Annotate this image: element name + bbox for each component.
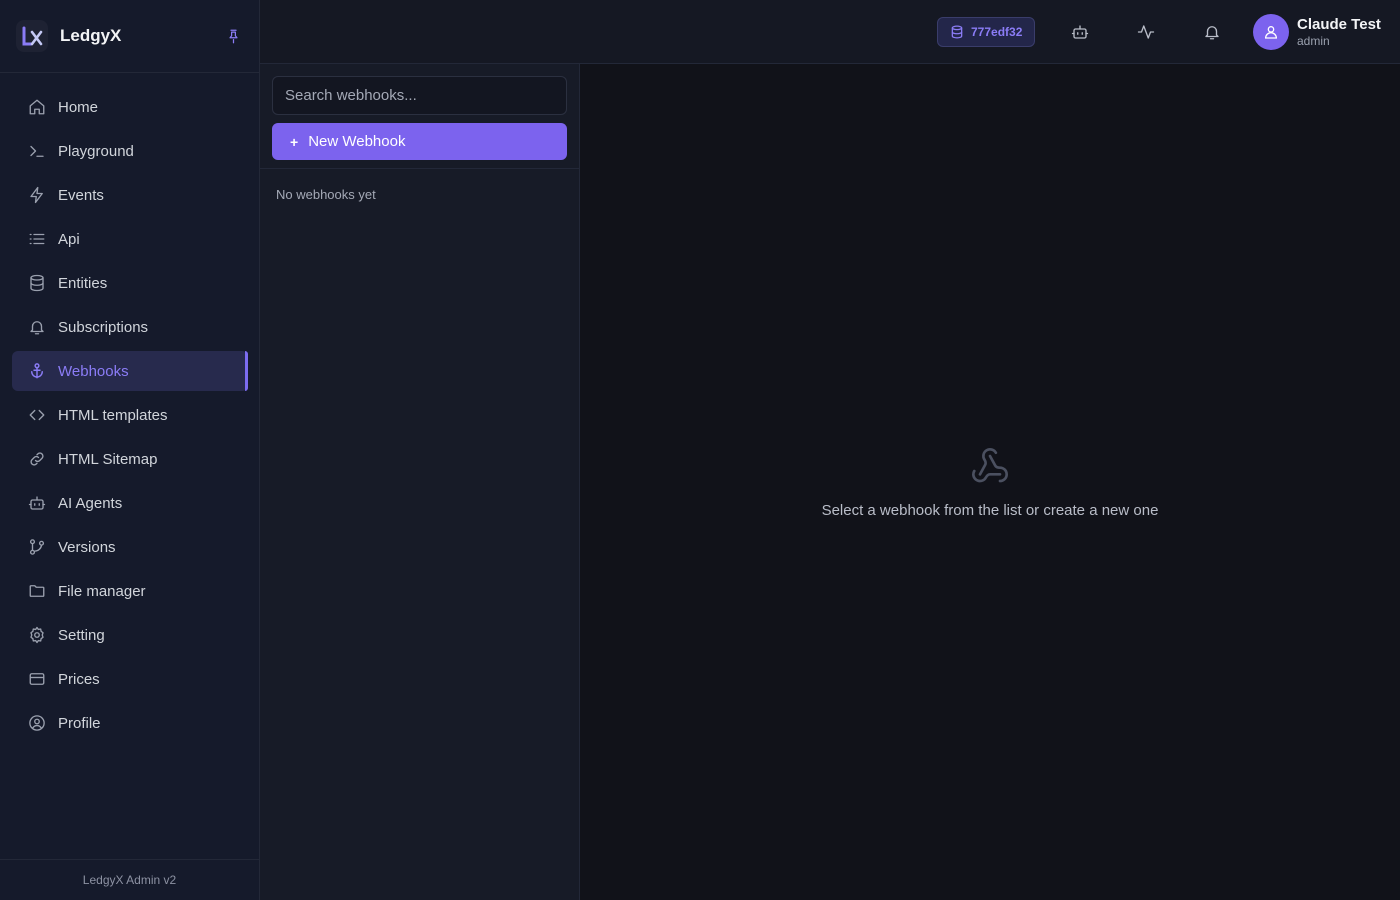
sidebar-item-home[interactable]: Home <box>12 87 248 127</box>
user-circle-icon <box>28 714 46 732</box>
lightning-icon <box>28 186 46 204</box>
sidebar-item-prices[interactable]: Prices <box>12 659 248 699</box>
empty-state-message: Select a webhook from the list or create… <box>821 502 1159 519</box>
empty-list-message: No webhooks yet <box>276 187 376 202</box>
sidebar-item-webhooks[interactable]: Webhooks <box>12 351 248 391</box>
sidebar-item-subscriptions[interactable]: Subscriptions <box>12 307 248 347</box>
database-icon <box>28 274 46 292</box>
bot-icon <box>28 494 46 512</box>
logo-icon <box>16 20 48 52</box>
sidebar-item-label: HTML Sitemap <box>58 450 158 468</box>
brand-name: LedgyX <box>60 26 122 45</box>
pin-icon[interactable] <box>223 26 243 46</box>
sidebar: LedgyX Home Playground Events Api Entiti… <box>0 0 260 900</box>
sidebar-item-setting[interactable]: Setting <box>12 615 248 655</box>
credit-card-icon <box>28 670 46 688</box>
link-icon <box>28 450 46 468</box>
sidebar-item-versions[interactable]: Versions <box>12 527 248 567</box>
sidebar-item-label: Playground <box>58 142 134 160</box>
bell-icon <box>28 318 46 336</box>
code-icon <box>28 406 46 424</box>
sidebar-footer: LedgyX Admin v2 <box>0 859 259 900</box>
sidebar-item-label: Webhooks <box>58 362 129 380</box>
sidebar-item-label: Home <box>58 98 99 116</box>
app-root: LedgyX Home Playground Events Api Entiti… <box>0 0 1400 900</box>
user-name: Claude Test <box>1297 15 1381 33</box>
brand-header: LedgyX <box>0 0 259 73</box>
sidebar-item-label: Entities <box>58 274 108 292</box>
activity-icon[interactable] <box>1132 18 1160 46</box>
sidebar-item-html-sitemap[interactable]: HTML Sitemap <box>12 439 248 479</box>
webhook-detail-area: Select a webhook from the list or create… <box>580 64 1400 900</box>
sidebar-item-events[interactable]: Events <box>12 175 248 215</box>
user-role: admin <box>1297 33 1330 48</box>
sidebar-item-ai-agents[interactable]: AI Agents <box>12 483 248 523</box>
sidebar-item-label: Events <box>58 186 104 204</box>
sidebar-item-label: Versions <box>58 538 116 556</box>
sidebar-item-api[interactable]: Api <box>12 219 248 259</box>
sidebar-item-html-templates[interactable]: HTML templates <box>12 395 248 435</box>
sidebar-item-profile[interactable]: Profile <box>12 703 248 743</box>
sidebar-item-label: Prices <box>58 670 100 688</box>
database-badge[interactable]: 777edf32 <box>937 17 1036 47</box>
new-webhook-label: New Webhook <box>308 133 406 150</box>
sidebar-item-playground[interactable]: Playground <box>12 131 248 171</box>
database-id: 777edf32 <box>971 25 1023 39</box>
bell-icon[interactable] <box>1198 18 1226 46</box>
sidebar-item-label: Profile <box>58 714 101 732</box>
bot-icon[interactable] <box>1066 18 1094 46</box>
anchor-icon <box>28 362 46 380</box>
empty-state: Select a webhook from the list or create… <box>580 446 1400 519</box>
folder-icon <box>28 582 46 600</box>
search-input[interactable] <box>272 76 567 115</box>
user-info: Claude Test admin <box>1297 16 1381 49</box>
terminal-icon <box>28 142 46 160</box>
sidebar-item-label: File manager <box>58 582 146 600</box>
webhook-list-panel: + New Webhook No webhooks yet <box>260 64 580 900</box>
avatar <box>1253 14 1289 50</box>
sidebar-nav: Home Playground Events Api Entities Subs… <box>0 73 259 743</box>
sidebar-item-entities[interactable]: Entities <box>12 263 248 303</box>
list-icon <box>28 230 46 248</box>
sidebar-item-file-manager[interactable]: File manager <box>12 571 248 611</box>
plus-icon: + <box>290 133 299 150</box>
database-icon <box>950 25 964 39</box>
user-menu[interactable]: Claude Test admin <box>1253 14 1381 50</box>
sidebar-item-label: AI Agents <box>58 494 123 512</box>
gear-icon <box>28 626 46 644</box>
git-branch-icon <box>28 538 46 556</box>
sidebar-item-label: HTML templates <box>58 406 168 424</box>
sidebar-item-label: Subscriptions <box>58 318 149 336</box>
topbar: 777edf32 Claude Test admin <box>260 0 1400 64</box>
home-icon <box>28 98 46 116</box>
divider <box>260 168 579 169</box>
webhook-icon <box>970 446 1010 486</box>
sidebar-item-label: Setting <box>58 626 105 644</box>
new-webhook-button[interactable]: + New Webhook <box>272 123 567 160</box>
sidebar-item-label: Api <box>58 230 80 248</box>
